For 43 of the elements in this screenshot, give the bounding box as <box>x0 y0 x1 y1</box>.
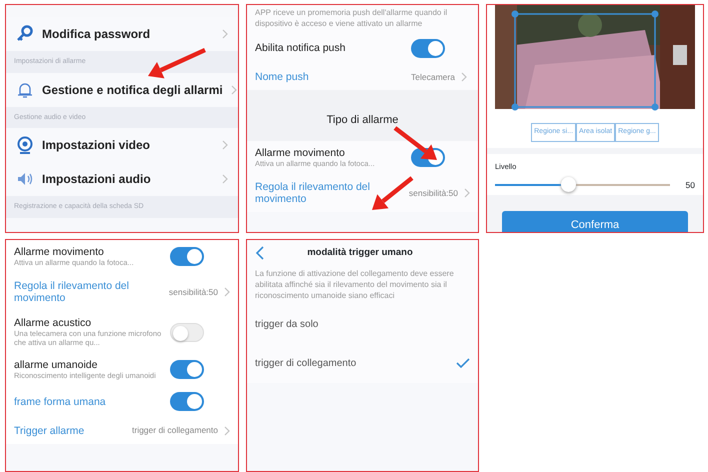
chevron-icon <box>464 188 470 198</box>
toggle-switch[interactable] <box>411 38 445 58</box>
slider-thumb[interactable] <box>561 176 576 192</box>
setting-label: allarme umanoide <box>14 359 98 372</box>
toggle-switch[interactable] <box>170 392 204 412</box>
toggle-switch[interactable] <box>170 322 204 342</box>
setting-link[interactable]: Regola il rilevamento del movimento sensibilità:50 <box>247 174 478 212</box>
confirm-button[interactable]: Conferma <box>502 211 688 232</box>
setting-link[interactable]: Nome push Telecamera <box>247 64 478 90</box>
setting-label: Allarme movimento <box>14 246 105 258</box>
setting-label: Allarme acustico <box>14 317 92 330</box>
section-title: Tipo di allarme <box>247 90 478 141</box>
setting-value: Telecamera <box>411 70 455 84</box>
setting-label: frame forma umana <box>14 396 107 408</box>
back-icon[interactable] <box>255 246 264 260</box>
camera-icon <box>16 136 34 154</box>
toggle-switch[interactable] <box>170 360 204 380</box>
slider-value: 50 <box>686 178 695 192</box>
key-icon <box>16 25 34 43</box>
selection-frame[interactable] <box>512 10 658 110</box>
description-text: La funzione di attivazione del collegamento deve essere abilitata affinché sia il rilevamento del movimento sia il riconoscimento umanoide siano efficaci <box>247 266 478 305</box>
chevron-icon <box>222 140 228 150</box>
pointer-arrow <box>394 126 437 160</box>
chevron-icon <box>224 287 230 298</box>
setting-label: Allarme movimento <box>255 146 346 159</box>
screen-title: modalità trigger umano <box>306 246 414 260</box>
setting-link[interactable]: Regola il rilevamento del movimento sensibilità:50 <box>6 273 238 312</box>
chevron-icon <box>222 29 228 39</box>
chevron-icon <box>230 84 237 94</box>
chevron-icon <box>460 72 467 82</box>
option-row[interactable]: trigger di collegamento <box>247 344 478 383</box>
setting-value: trigger di collegamento <box>132 424 218 438</box>
pointer-arrow <box>148 48 206 78</box>
bell-icon <box>16 80 34 98</box>
chevron-icon <box>224 426 230 436</box>
chevron-icon <box>222 174 228 184</box>
setting-link[interactable]: Trigger allarme trigger di collegamento <box>6 417 238 444</box>
toggle-switch[interactable] <box>170 247 204 266</box>
setting-value: sensibilità:50 <box>168 286 218 298</box>
description-text: APP riceve un promemoria push dell'allarme quando il dispositivo è acceso e viene attivato un allarme <box>247 5 478 33</box>
option-row[interactable]: trigger da solo <box>247 304 478 344</box>
setting-value: sensibilità:50 <box>408 186 458 200</box>
setting-label: Abilita notifica push <box>255 42 346 54</box>
